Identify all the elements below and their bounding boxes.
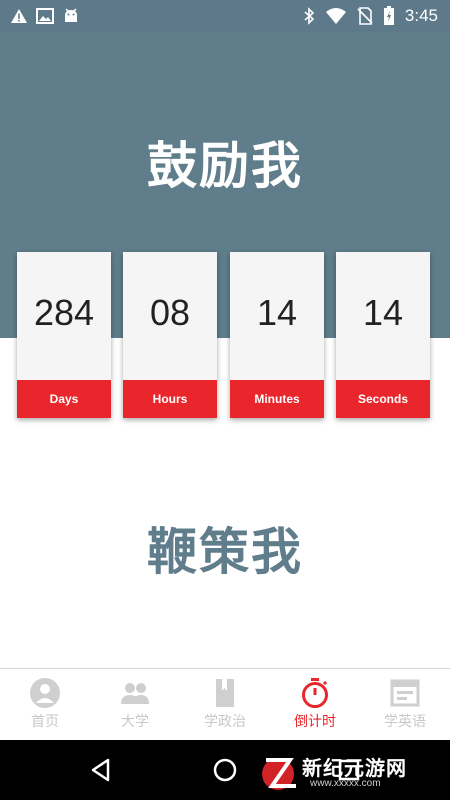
tab-label-university: 大学 [121, 714, 149, 730]
countdown-card-seconds: 14 Seconds [336, 252, 430, 418]
person-icon [30, 678, 60, 708]
days-label: Days [17, 380, 111, 418]
tab-label-home: 首页 [31, 714, 59, 730]
tab-english[interactable]: 学英语 [360, 669, 450, 741]
countdown-cards: 284 Days 08 Hours 14 Minutes 14 Seconds [0, 252, 450, 418]
days-value: 284 [33, 292, 95, 333]
tab-countdown[interactable]: 倒计时 [270, 669, 360, 741]
watermark-url: www.xxxxx.com [310, 778, 381, 789]
calendar-icon [390, 679, 420, 707]
minutes-label: Minutes [230, 380, 324, 418]
bottom-tab-bar: 首页 大学 学政治 倒计时 学英语 [0, 668, 450, 741]
no-sim-icon [357, 7, 373, 25]
battery-icon [383, 6, 394, 25]
back-icon[interactable] [86, 755, 116, 785]
book-icon [216, 679, 234, 707]
wifi-icon [325, 8, 346, 24]
countdown-card-days: 284 Days [17, 252, 111, 418]
tab-university[interactable]: 大学 [90, 669, 180, 741]
status-time: 3:45 [404, 6, 438, 25]
tab-home[interactable]: 首页 [0, 669, 90, 741]
countdown-card-hours: 08 Hours [123, 252, 217, 418]
watermark-text: 新纪元游网 [302, 756, 407, 780]
watermark: 新纪元游网 www.xxxxx.com [260, 748, 450, 798]
group-icon [121, 683, 149, 704]
hero-title: 鼓励我 [147, 137, 303, 195]
seconds-value: 14 [362, 292, 404, 333]
tab-politics[interactable]: 学政治 [180, 669, 270, 741]
minutes-value: 14 [256, 292, 298, 333]
android-icon [65, 8, 77, 22]
tab-label-english: 学英语 [384, 714, 426, 730]
tab-label-countdown: 倒计时 [294, 714, 336, 730]
hours-value: 08 [149, 292, 191, 333]
tab-label-politics: 学政治 [204, 714, 246, 730]
home-icon[interactable] [210, 755, 240, 785]
stopwatch-icon [302, 678, 328, 708]
watermark-logo-icon [262, 758, 296, 790]
status-bar: 3:45 [0, 0, 450, 32]
image-icon [36, 8, 54, 24]
seconds-label: Seconds [336, 380, 430, 418]
countdown-card-minutes: 14 Minutes [230, 252, 324, 418]
hours-label: Hours [123, 380, 217, 418]
warning-icon [11, 9, 27, 23]
motivation-subtitle: 鞭策我 [147, 523, 303, 581]
bluetooth-icon [304, 7, 315, 25]
